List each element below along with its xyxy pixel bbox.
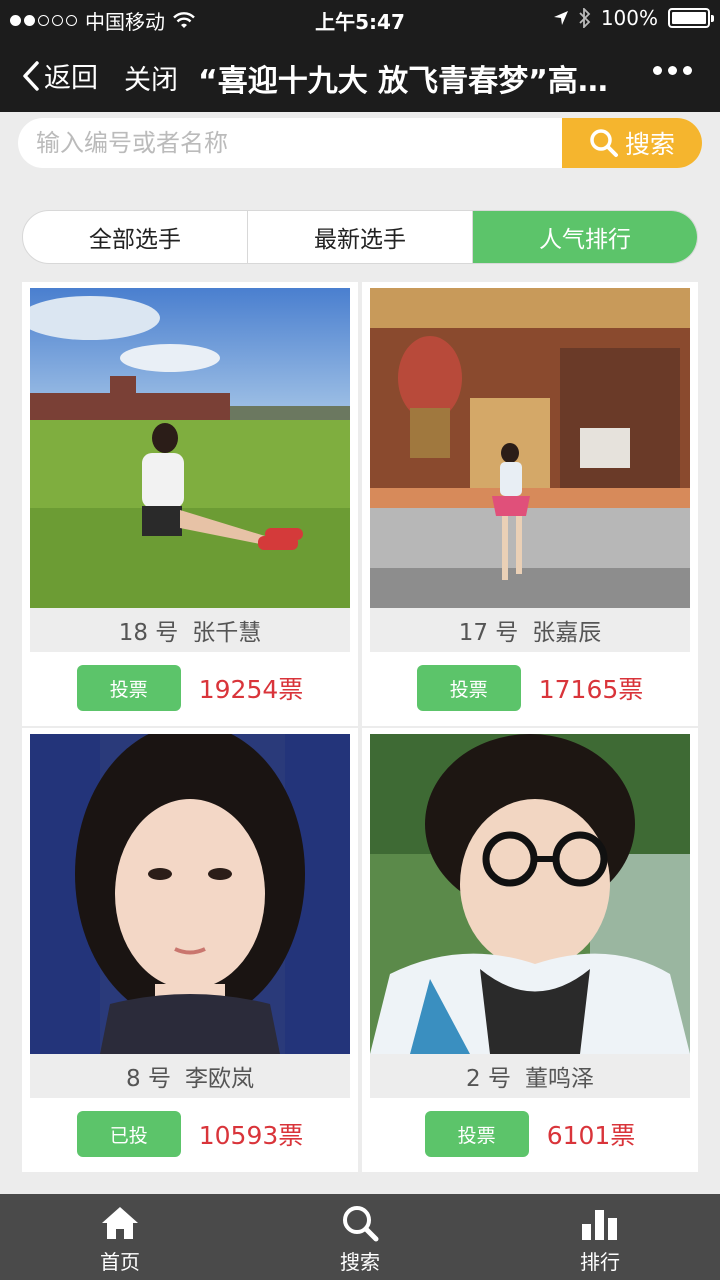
vote-count: 10593票 bbox=[198, 1121, 304, 1150]
vote-button[interactable]: 投票 bbox=[76, 665, 181, 711]
more-icon[interactable] bbox=[653, 66, 692, 75]
tabbar-ranking[interactable]: 排行 bbox=[480, 1194, 720, 1280]
vote-row: 投票 6101票 bbox=[362, 1110, 698, 1158]
contestant-name-bar: 18 号 张千慧 bbox=[30, 608, 350, 652]
back-button[interactable]: 返回 bbox=[22, 56, 98, 95]
battery-icon bbox=[668, 8, 714, 28]
vote-row: 已投 10593票 bbox=[22, 1110, 358, 1158]
voted-button[interactable]: 已投 bbox=[76, 1111, 181, 1157]
vote-button[interactable]: 投票 bbox=[416, 665, 521, 711]
contestant-name-bar: 8 号 李欧岚 bbox=[30, 1054, 350, 1098]
contestant-photo[interactable] bbox=[30, 734, 350, 1054]
tabbar-search[interactable]: 搜索 bbox=[240, 1194, 480, 1280]
nav-bar: 返回 关闭 “喜迎十九大 放飞青春梦”高… bbox=[0, 36, 720, 112]
contestant-number: 2 号 bbox=[466, 1066, 511, 1092]
contestant-number: 18 号 bbox=[118, 620, 179, 646]
tab-newest-contestants[interactable]: 最新选手 bbox=[248, 211, 473, 263]
close-button[interactable]: 关闭 bbox=[124, 58, 178, 97]
contestant-name-bar: 2 号 董鸣泽 bbox=[370, 1054, 690, 1098]
contestant-card[interactable]: 2 号 董鸣泽 投票 6101票 bbox=[362, 728, 698, 1172]
page-title: “喜迎十九大 放飞青春梦”高… bbox=[198, 64, 608, 99]
vote-row: 投票 19254票 bbox=[22, 664, 358, 712]
contestant-number: 8 号 bbox=[126, 1066, 171, 1092]
contestant-number: 17 号 bbox=[458, 620, 519, 646]
contestant-photo[interactable] bbox=[370, 734, 690, 1054]
tab-all-contestants[interactable]: 全部选手 bbox=[23, 211, 248, 263]
tabbar-home-label: 首页 bbox=[100, 1249, 140, 1274]
chevron-left-icon bbox=[23, 60, 39, 91]
bar-chart-icon bbox=[582, 1209, 617, 1240]
contestant-photo[interactable] bbox=[30, 288, 350, 608]
tabbar-ranking-label: 排行 bbox=[580, 1249, 620, 1274]
vote-count: 19254票 bbox=[198, 675, 304, 704]
location-arrow-icon bbox=[553, 11, 568, 25]
contestant-name: 张千慧 bbox=[192, 620, 262, 646]
contestant-card[interactable]: 17 号 张嘉辰 投票 17165票 bbox=[362, 282, 698, 726]
tabbar-home[interactable]: 首页 bbox=[0, 1194, 240, 1280]
battery-percent: 100% bbox=[600, 6, 658, 30]
contestant-card[interactable]: 8 号 李欧岚 已投 10593票 bbox=[22, 728, 358, 1172]
home-icon bbox=[102, 1206, 138, 1239]
contestant-card[interactable]: 18 号 张千慧 投票 19254票 bbox=[22, 282, 358, 726]
search-button-label: 搜索 bbox=[624, 130, 675, 159]
filter-tabs: 全部选手 最新选手 人气排行 bbox=[22, 210, 698, 264]
search-bar: 搜索 bbox=[0, 112, 720, 186]
contestant-name: 张嘉辰 bbox=[532, 620, 602, 646]
tab-popularity-ranking[interactable]: 人气排行 bbox=[473, 211, 697, 263]
vote-count: 17165票 bbox=[538, 675, 644, 704]
search-icon bbox=[590, 129, 618, 157]
bottom-tab-bar: 首页 搜索 排行 bbox=[0, 1194, 720, 1280]
status-right: 100% bbox=[553, 6, 714, 30]
bluetooth-icon bbox=[579, 8, 591, 28]
search-icon bbox=[343, 1205, 379, 1241]
contestant-photo[interactable] bbox=[370, 288, 690, 608]
back-label: 返回 bbox=[44, 63, 98, 94]
search-box: 搜索 bbox=[18, 118, 702, 168]
contestant-name: 董鸣泽 bbox=[524, 1066, 594, 1092]
tabbar-search-label: 搜索 bbox=[340, 1249, 380, 1274]
vote-row: 投票 17165票 bbox=[362, 664, 698, 712]
status-bar: 中国移动 上午5:47 100% bbox=[0, 0, 720, 36]
vote-button[interactable]: 投票 bbox=[424, 1111, 529, 1157]
contestant-name-bar: 17 号 张嘉辰 bbox=[370, 608, 690, 652]
contestant-name: 李欧岚 bbox=[184, 1066, 254, 1092]
search-button[interactable]: 搜索 bbox=[562, 118, 702, 168]
vote-count: 6101票 bbox=[546, 1121, 636, 1150]
search-input[interactable] bbox=[18, 118, 564, 168]
